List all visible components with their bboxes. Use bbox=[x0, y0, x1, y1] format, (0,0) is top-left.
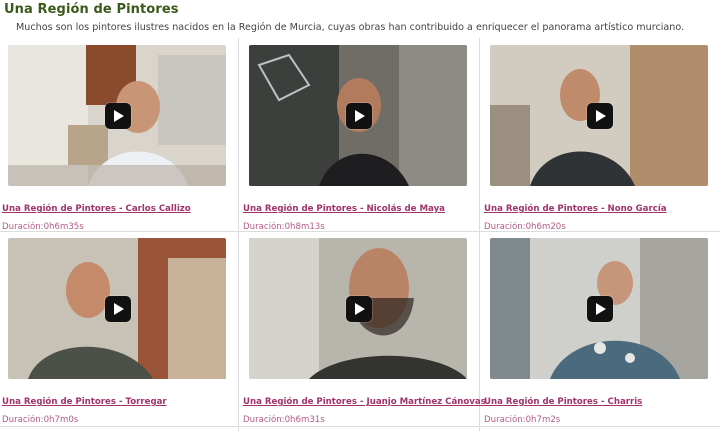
play-icon[interactable] bbox=[105, 296, 131, 322]
row-divider bbox=[0, 231, 720, 232]
video-thumbnail[interactable] bbox=[8, 238, 226, 379]
video-duration: Duración:0h7m2s bbox=[484, 415, 561, 425]
video-duration: Duración:0h6m31s bbox=[243, 415, 325, 425]
grid-divider bbox=[479, 38, 480, 431]
play-icon[interactable] bbox=[105, 103, 131, 129]
video-thumbnail[interactable] bbox=[490, 238, 708, 379]
section-intro: Muchos son los pintores ilustres nacidos… bbox=[16, 22, 685, 33]
play-icon[interactable] bbox=[346, 103, 372, 129]
video-duration: Duración:0h7m0s bbox=[2, 415, 79, 425]
video-thumbnail[interactable] bbox=[249, 45, 467, 186]
play-icon[interactable] bbox=[587, 296, 613, 322]
video-duration: Duración:0h6m35s bbox=[2, 222, 84, 232]
video-title-link[interactable]: Una Región de Pintores - Charris bbox=[484, 397, 642, 407]
video-duration: Duración:0h6m20s bbox=[484, 222, 566, 232]
video-title-link[interactable]: Una Región de Pintores - Nono García bbox=[484, 204, 667, 214]
section-title: Una Región de Pintores bbox=[4, 2, 179, 17]
video-title-link[interactable]: Una Región de Pintores - Carlos Callizo bbox=[2, 204, 191, 214]
video-thumbnail[interactable] bbox=[8, 45, 226, 186]
video-thumbnail[interactable] bbox=[249, 238, 467, 379]
play-icon[interactable] bbox=[587, 103, 613, 129]
video-thumbnail[interactable] bbox=[490, 45, 708, 186]
play-icon[interactable] bbox=[346, 296, 372, 322]
video-title-link[interactable]: Una Región de Pintores - Torregar bbox=[2, 397, 167, 407]
grid-divider bbox=[238, 38, 239, 431]
video-title-link[interactable]: Una Región de Pintores - Nicolás de Maya bbox=[243, 204, 445, 214]
video-title-link[interactable]: Una Región de Pintores - Juanjo Martínez… bbox=[243, 397, 486, 407]
video-duration: Duración:0h8m13s bbox=[243, 222, 325, 232]
row-divider bbox=[0, 426, 720, 427]
